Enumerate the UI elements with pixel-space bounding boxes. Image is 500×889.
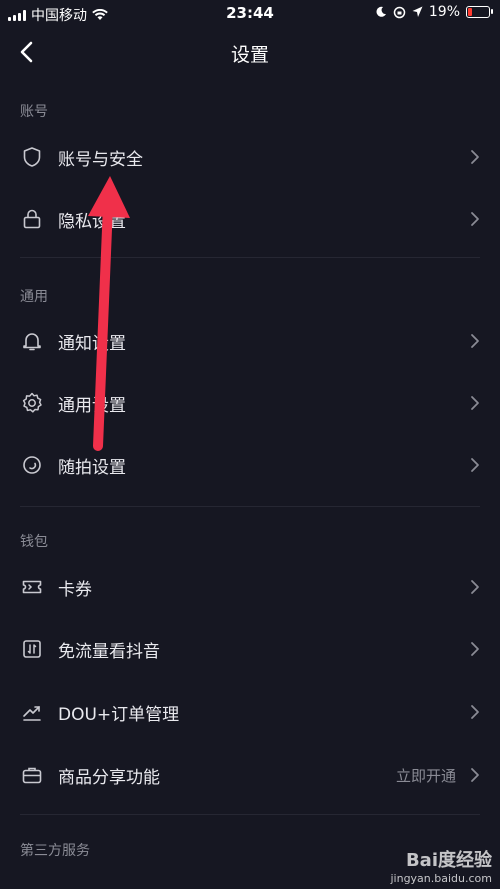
chevron-right-icon — [471, 458, 479, 472]
row-data-free[interactable]: 免流量看抖音 — [0, 618, 500, 680]
row-label: 隐私设置 — [58, 212, 126, 232]
row-product-share[interactable]: 商品分享功能 立即开通 — [0, 744, 500, 806]
status-bar: 中国移动 23:44 19% — [0, 0, 500, 28]
nav-bar: 设置 — [0, 28, 500, 76]
page-title: 设置 — [230, 44, 269, 66]
section-header-third-party: 第三方服务 — [20, 843, 90, 859]
row-label: 通知设置 — [58, 334, 126, 354]
row-account-security[interactable]: 账号与安全 — [0, 126, 500, 188]
watermark-brand: Bai度经验 — [405, 850, 492, 871]
shop-icon — [22, 767, 42, 784]
chevron-right-icon — [471, 642, 479, 656]
row-value: 立即开通 — [395, 767, 456, 785]
battery-percent: 19% — [428, 4, 460, 20]
moon-icon — [376, 6, 386, 17]
section-divider — [20, 506, 480, 507]
chevron-right-icon — [471, 212, 479, 226]
chevron-right-icon — [471, 334, 479, 348]
row-notification[interactable]: 通知设置 — [0, 310, 500, 372]
chevron-right-icon — [471, 768, 479, 782]
section-divider — [20, 257, 480, 258]
chevron-right-icon — [471, 705, 479, 719]
chevron-right-icon — [471, 580, 479, 594]
watermark: Bai度经验 jingyan.baidu.com — [390, 846, 492, 885]
row-label: 免流量看抖音 — [58, 642, 160, 662]
shield-icon — [23, 147, 41, 167]
row-label: DOU+订单管理 — [58, 705, 180, 725]
row-capture-settings[interactable]: 随拍设置 — [0, 434, 500, 496]
data-free-icon — [23, 640, 41, 658]
watermark-url: jingyan.baidu.com — [390, 872, 492, 885]
battery-icon — [466, 6, 493, 18]
location-icon — [412, 6, 423, 17]
row-coupons[interactable]: 卡券 — [0, 556, 500, 618]
battery-level — [468, 8, 472, 16]
capture-icon — [23, 456, 41, 474]
row-dou-orders[interactable]: DOU+订单管理 — [0, 681, 500, 743]
orientation-lock-icon — [393, 6, 406, 18]
lock-icon — [23, 209, 41, 229]
row-general-settings[interactable]: 通用设置 — [0, 372, 500, 434]
row-label: 商品分享功能 — [58, 768, 160, 788]
row-label: 账号与安全 — [58, 150, 143, 170]
section-header-general: 通用 — [20, 289, 48, 305]
row-label: 卡券 — [58, 580, 92, 600]
bell-icon — [23, 333, 41, 351]
row-label: 随拍设置 — [58, 458, 126, 478]
section-header-wallet: 钱包 — [20, 534, 48, 550]
section-divider — [20, 814, 480, 815]
status-right: 19% — [375, 4, 493, 20]
section-header-account: 账号 — [20, 104, 48, 120]
chevron-right-icon — [471, 150, 479, 164]
row-privacy[interactable]: 隐私设置 — [0, 188, 500, 250]
gear-icon — [22, 392, 42, 413]
chevron-right-icon — [471, 396, 479, 410]
ticket-icon — [22, 580, 42, 594]
row-label: 通用设置 — [58, 396, 126, 416]
trend-icon — [23, 706, 41, 721]
